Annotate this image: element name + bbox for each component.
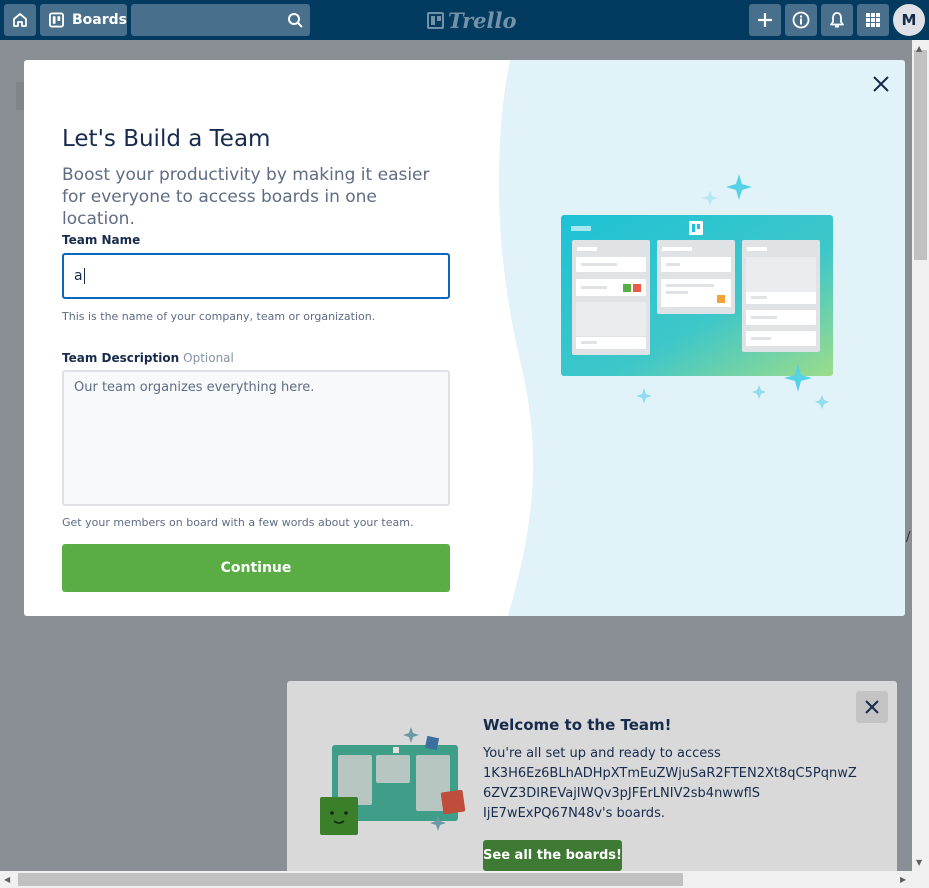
create-team-modal: Let's Build a Team Boost your productivi… [24, 60, 905, 616]
bell-icon [830, 11, 844, 27]
scroll-right-arrow[interactable]: ▶ [900, 875, 906, 884]
welcome-illustration [320, 727, 466, 835]
search-input[interactable] [131, 4, 310, 36]
welcome-line: You're all set up and ready to access [483, 746, 721, 761]
welcome-line: IjE7wExPQ67N48v's boards. [483, 806, 665, 821]
team-description-label: Team Description Optional [62, 351, 234, 365]
team-description-help: Get your members on board with a few wor… [62, 516, 414, 529]
boards-button[interactable]: Boards [40, 4, 127, 36]
apps-button[interactable] [857, 4, 889, 36]
plus-icon [758, 13, 772, 27]
welcome-line: 6ZVZ3DIREVajIWQv3pJFErLNIV2sb4nwwflS [483, 786, 761, 801]
create-button[interactable] [749, 4, 781, 36]
apps-grid-icon [866, 13, 880, 27]
close-icon [873, 76, 889, 92]
team-name-help: This is the name of your company, team o… [62, 310, 376, 323]
team-description-placeholder: Our team organizes everything here. [74, 380, 315, 395]
close-icon [865, 700, 879, 714]
team-description-textarea[interactable]: Our team organizes everything here. [62, 370, 450, 506]
modal-subtitle: Boost your productivity by making it eas… [62, 165, 430, 229]
avatar[interactable]: M [893, 4, 925, 36]
home-icon [13, 13, 27, 27]
welcome-message: You're all set up and ready to access 1K… [483, 744, 857, 824]
trello-logo[interactable]: Trello [427, 8, 517, 33]
scroll-down-arrow[interactable]: ▼ [916, 858, 922, 867]
search-icon [288, 13, 303, 28]
team-name-value: a [74, 268, 83, 284]
continue-button[interactable]: Continue [62, 544, 450, 592]
welcome-title: Welcome to the Team! [483, 716, 672, 734]
team-description-label-text: Team Description [62, 351, 180, 365]
info-icon [792, 11, 810, 29]
optional-tag: Optional [183, 351, 234, 365]
home-button[interactable] [4, 4, 36, 36]
see-all-boards-button[interactable]: See all the boards! [483, 840, 622, 871]
horizontal-scrollbar-thumb[interactable] [18, 873, 683, 886]
modal-title: Let's Build a Team [62, 126, 271, 152]
top-navigation-bar: Boards Trello M [0, 0, 929, 40]
text-cursor [83, 268, 85, 284]
trello-logo-text: Trello [448, 8, 517, 33]
boards-label: Boards [72, 12, 127, 28]
modal-close-button[interactable] [869, 72, 893, 96]
notifications-button[interactable] [821, 4, 853, 36]
boards-icon [49, 12, 64, 28]
team-name-input[interactable]: a [62, 253, 450, 299]
welcome-close-button[interactable] [856, 691, 888, 723]
scroll-left-arrow[interactable]: ◀ [4, 875, 10, 884]
team-name-label: Team Name [62, 233, 141, 247]
trello-logo-icon [427, 12, 444, 29]
welcome-line: 1K3H6Ez6BLhADHpXTmEuZWjuSaR2FTEN2Xt8qC5P… [483, 766, 857, 781]
scroll-up-arrow[interactable]: ▲ [916, 44, 922, 53]
info-button[interactable] [785, 4, 817, 36]
vertical-scrollbar-thumb[interactable] [914, 50, 927, 260]
